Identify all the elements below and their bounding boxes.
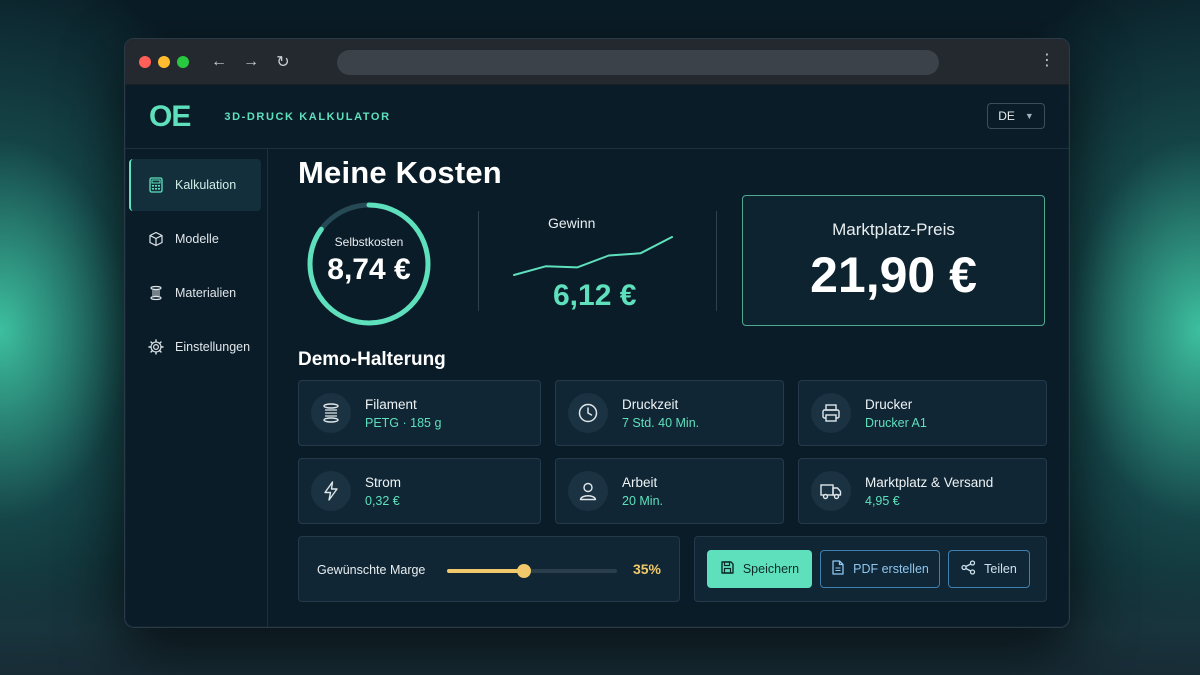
- cost-summary: Selbstkosten 8,74 € Gewinn 6,12 € Marktp…: [298, 191, 1047, 341]
- chevron-down-icon: ▼: [1024, 111, 1034, 121]
- cost-value: 8,74 €: [327, 253, 411, 286]
- calculator-icon: [147, 176, 165, 194]
- profit-value: 6,12 €: [553, 279, 637, 312]
- card-druckzeit[interactable]: Druckzeit 7 Std. 40 Min.: [555, 380, 784, 446]
- card-value: Drucker A1: [865, 415, 927, 430]
- sidebar: Kalkulation Modelle Materialien Einstell…: [125, 149, 268, 627]
- divider: [478, 211, 479, 311]
- language-select[interactable]: DE ▼: [987, 103, 1045, 129]
- cost-label: Selbstkosten: [334, 235, 404, 249]
- card-value: 4,95 €: [865, 493, 900, 508]
- forward-arrow-icon[interactable]: →: [242, 53, 260, 71]
- action-buttons: Speichern PDF erstellen Teilen: [694, 536, 1047, 602]
- card-value: 20 Min.: [622, 493, 663, 508]
- close-window-button[interactable]: [139, 55, 151, 68]
- app-logo: OE: [149, 99, 191, 133]
- lightning-icon: [311, 471, 351, 511]
- profit-sparkline-line: [513, 236, 673, 276]
- app-name: 3D-DRUCK KALKULATOR: [224, 110, 391, 123]
- sidebar-item-einstellungen[interactable]: Einstellungen: [129, 321, 261, 373]
- margin-label: Gewünschte Marge: [317, 563, 426, 577]
- address-bar[interactable]: [337, 50, 939, 75]
- margin-slider[interactable]: [447, 564, 617, 578]
- card-drucker[interactable]: Drucker Drucker A1: [798, 380, 1047, 446]
- margin-value: 35%: [632, 561, 661, 577]
- share-button-label: Teilen: [984, 562, 1017, 576]
- app-header: OE 3D-DRUCK KALKULATOR DE ▼: [125, 85, 1069, 149]
- spool-icon: [311, 393, 351, 433]
- card-value: 7 Std. 40 Min.: [622, 415, 700, 430]
- main-content: Meine Kosten Selbstkosten 8,74 € Gewinn …: [268, 149, 1069, 627]
- maximize-window-button[interactable]: [177, 55, 189, 68]
- share-icon: [961, 560, 976, 578]
- card-title: Strom: [365, 474, 402, 490]
- card-strom[interactable]: Strom 0,32 €: [298, 458, 541, 524]
- sidebar-item-label: Materialien: [175, 286, 237, 300]
- pdf-button[interactable]: PDF erstellen: [820, 550, 940, 588]
- market-price-card: Marktplatz-Preis 21,90 €: [742, 195, 1045, 326]
- truck-icon: [811, 471, 851, 511]
- profit-label: Gewinn: [548, 215, 596, 231]
- model-name: Demo-Halterung: [298, 349, 446, 370]
- save-button-label: Speichern: [742, 562, 800, 576]
- sidebar-item-kalkulation[interactable]: Kalkulation: [129, 159, 261, 211]
- sidebar-item-label: Kalkulation: [175, 178, 237, 192]
- language-value: DE: [998, 109, 1015, 123]
- browser-window: ← → ↻ ⋮ OE 3D-DRUCK KALKULATOR DE ▼ Kalk…: [124, 38, 1070, 628]
- printer-icon: [811, 393, 851, 433]
- sidebar-item-label: Modelle: [175, 232, 219, 246]
- margin-slider-thumb[interactable]: [516, 564, 531, 578]
- cube-icon: [147, 230, 165, 248]
- card-title: Arbeit: [622, 474, 658, 490]
- kebab-menu-icon[interactable]: ⋮: [1039, 53, 1055, 69]
- card-filament[interactable]: Filament PETG · 185 g: [298, 380, 541, 446]
- reload-icon[interactable]: ↻: [274, 52, 292, 72]
- sidebar-item-label: Einstellungen: [175, 340, 251, 354]
- minimize-window-button[interactable]: [158, 55, 170, 68]
- card-title: Filament: [365, 396, 417, 412]
- profit-sparkline: [513, 236, 673, 276]
- sidebar-item-materialien[interactable]: Materialien: [129, 267, 261, 319]
- browser-chrome: ← → ↻ ⋮: [125, 39, 1069, 85]
- market-price-value: 21,90 €: [810, 247, 977, 303]
- back-arrow-icon[interactable]: ←: [210, 53, 228, 71]
- pdf-button-label: PDF erstellen: [853, 562, 929, 576]
- cost-cards: Filament PETG · 185 g Druckzeit 7 Std. 4…: [298, 380, 1047, 524]
- card-value: 0,32 €: [365, 493, 400, 508]
- share-button[interactable]: Teilen: [948, 550, 1030, 588]
- save-button[interactable]: Speichern: [707, 550, 812, 588]
- save-icon: [720, 560, 735, 578]
- card-title: Drucker: [865, 396, 913, 412]
- page-title: Meine Kosten: [298, 155, 502, 190]
- clock-icon: [568, 393, 608, 433]
- market-price-label: Marktplatz-Preis: [832, 220, 955, 239]
- card-value: PETG · 185 g: [365, 415, 442, 430]
- card-title: Druckzeit: [622, 396, 679, 412]
- document-icon: [831, 560, 845, 578]
- spool-icon: [147, 284, 165, 302]
- sidebar-item-modelle[interactable]: Modelle: [129, 213, 261, 265]
- card-marktplatz-versand[interactable]: Marktplatz & Versand 4,95 €: [798, 458, 1047, 524]
- bottom-bar: Gewünschte Marge 35% Speichern PDF erste…: [298, 536, 1047, 602]
- user-icon: [568, 471, 608, 511]
- divider: [716, 211, 717, 311]
- card-title: Marktplatz & Versand: [865, 474, 994, 490]
- margin-control: Gewünschte Marge 35%: [298, 536, 680, 602]
- card-arbeit[interactable]: Arbeit 20 Min.: [555, 458, 784, 524]
- gear-icon: [147, 338, 165, 356]
- margin-slider-fill: [447, 569, 524, 573]
